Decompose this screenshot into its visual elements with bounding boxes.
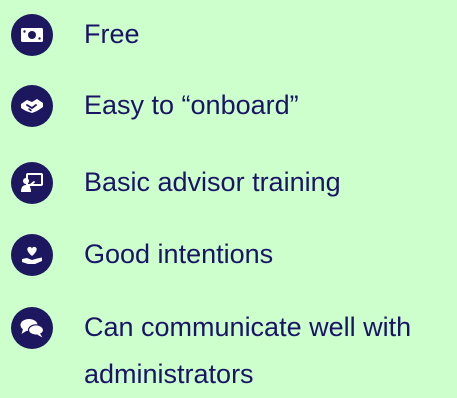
presentation-icon	[11, 162, 53, 204]
item-label: Basic advisor training	[84, 167, 341, 197]
item-label: Good intentions	[84, 239, 274, 269]
feature-list: Free Easy to “onboard” Basic advisor tra…	[0, 0, 457, 391]
item-label: Easy to “onboard”	[84, 90, 299, 120]
handshake-icon	[11, 85, 53, 127]
item-label: Can communicate well with administrators	[84, 312, 412, 389]
chat-bubbles-icon	[11, 307, 53, 349]
hand-heart-icon	[11, 234, 53, 276]
cash-icon	[11, 14, 53, 56]
item-label: Free	[84, 19, 140, 49]
